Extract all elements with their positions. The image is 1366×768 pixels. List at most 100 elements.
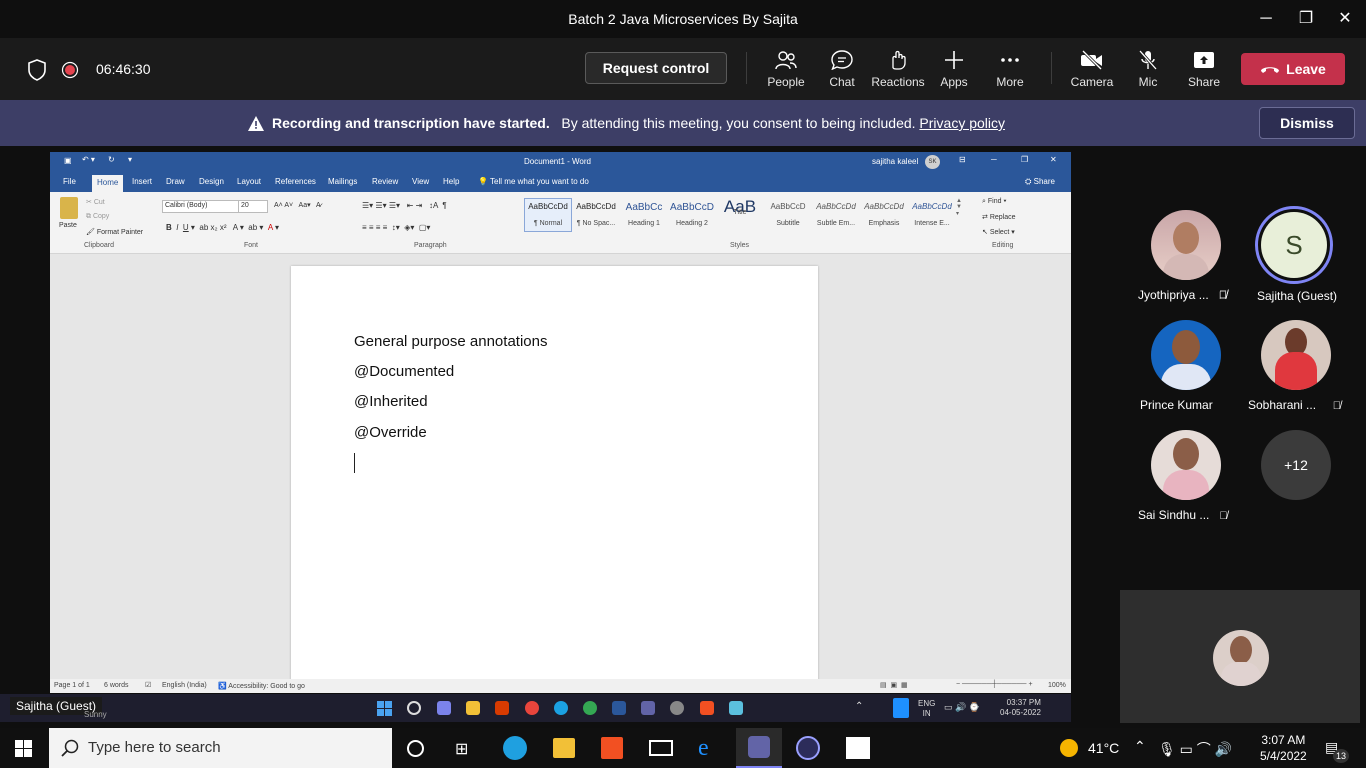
- style-item[interactable]: AaBbCcD Subtitle: [765, 202, 811, 227]
- chat-button[interactable]: Chat: [814, 50, 870, 89]
- app-icon[interactable]: [700, 701, 714, 715]
- file-explorer-icon[interactable]: [553, 738, 575, 758]
- notepad-icon[interactable]: [729, 701, 743, 715]
- copy-button[interactable]: ⧉ Copy: [86, 213, 109, 221]
- font-name-box[interactable]: Calibri (Body): [162, 200, 240, 213]
- replace-button[interactable]: ⇄ Replace: [982, 213, 1016, 221]
- share-button[interactable]: Share: [1176, 50, 1232, 89]
- tray-status-icons[interactable]: 🎙 ▭ ⌒ 🔊: [1158, 739, 1232, 759]
- camera-button[interactable]: Camera: [1064, 50, 1120, 89]
- self-video-tile[interactable]: [1120, 590, 1360, 723]
- document-page[interactable]: General purpose annotations @Documented …: [291, 266, 818, 693]
- dismiss-button[interactable]: Dismiss: [1259, 107, 1355, 139]
- word-restore-button[interactable]: ❐: [1021, 155, 1028, 164]
- style-item[interactable]: AaBbCcDd Emphasis: [861, 202, 907, 227]
- tab-references[interactable]: References: [275, 177, 316, 186]
- align-icons[interactable]: ≡ ≡ ≡ ≡ ↕▾ ◈▾ ▢▾: [362, 223, 430, 232]
- apps-button[interactable]: Apps: [926, 50, 982, 89]
- chat-app-icon[interactable]: [437, 701, 451, 715]
- tab-review[interactable]: Review: [372, 177, 398, 186]
- minimize-button[interactable]: ─: [1254, 8, 1278, 30]
- style-item[interactable]: AaBbCcDd Subtle Em...: [813, 202, 859, 227]
- teams-taskbar-button[interactable]: [736, 728, 782, 768]
- tray-chevron-icon[interactable]: ⌃: [855, 701, 863, 712]
- participant-tile[interactable]: S Sajitha (Guest): [1255, 206, 1337, 303]
- windows-start-icon[interactable]: [377, 701, 392, 716]
- leave-button[interactable]: Leave: [1241, 53, 1345, 85]
- tab-mailings[interactable]: Mailings: [328, 177, 357, 186]
- participant-tile[interactable]: Sai Sindhu ... 🎙̸: [1138, 430, 1228, 522]
- people-button[interactable]: People: [758, 50, 814, 89]
- tab-draw[interactable]: Draw: [166, 177, 185, 186]
- proofing-icon[interactable]: ☑: [145, 681, 151, 689]
- select-button[interactable]: ↖ Select ▾: [982, 228, 1015, 236]
- styles-scroll-icon[interactable]: ▲ ▼ ▾: [956, 198, 962, 217]
- temperature[interactable]: 41°C: [1088, 740, 1119, 756]
- tray-chevron-icon[interactable]: ⌃: [1134, 738, 1146, 755]
- search-icon[interactable]: [407, 701, 421, 715]
- tray-language[interactable]: ENG IN: [918, 699, 935, 719]
- participant-tile[interactable]: Prince Kumar: [1140, 320, 1221, 412]
- cut-button[interactable]: ✂ Cut: [86, 198, 105, 206]
- weather-icon[interactable]: [1060, 739, 1078, 757]
- tray-icons[interactable]: ▭ 🔊 ⌚: [944, 702, 980, 713]
- grow-font-icon[interactable]: A˄ A˅ Aa▾ A̷: [274, 201, 321, 209]
- task-view-icon[interactable]: ⊞: [455, 739, 468, 759]
- participant-tile[interactable]: Sobharani ... 🎙̸: [1248, 320, 1341, 412]
- tab-file[interactable]: File: [63, 177, 76, 186]
- ribbon-display-icon[interactable]: ⊟: [959, 155, 966, 164]
- photos-icon[interactable]: [846, 737, 870, 759]
- taskbar-search-box[interactable]: Type here to search: [49, 728, 392, 768]
- file-explorer-icon[interactable]: [466, 701, 480, 715]
- more-button[interactable]: More: [982, 50, 1038, 89]
- cortana-icon[interactable]: [407, 740, 424, 757]
- redo-icon[interactable]: ↻: [108, 155, 115, 164]
- maximize-button[interactable]: ❐: [1294, 8, 1318, 30]
- tell-me-box[interactable]: 💡 Tell me what you want to do: [478, 177, 589, 186]
- paste-label[interactable]: Paste: [59, 222, 77, 229]
- undo-icon[interactable]: ↶ ▾: [82, 155, 95, 164]
- tray-mic-icon[interactable]: [893, 698, 909, 718]
- format-painter-button[interactable]: 🖌 Format Painter: [86, 228, 143, 236]
- tray-clock[interactable]: 03:37 PM 04-05-2022: [1000, 698, 1041, 718]
- style-item[interactable]: AaB Title: [717, 197, 763, 216]
- eclipse-icon[interactable]: [796, 736, 820, 760]
- list-icons[interactable]: ☰▾ ☰▾ ☰▾ ⇤ ⇥ ↕A ¶: [362, 201, 447, 210]
- reactions-button[interactable]: Reactions: [870, 50, 926, 89]
- more-participants-button[interactable]: +12: [1261, 430, 1331, 500]
- style-item[interactable]: AaBbCcD Heading 2: [669, 202, 715, 227]
- word-minimize-button[interactable]: ─: [991, 155, 997, 164]
- style-item[interactable]: AaBbCcDd ¶ Normal: [525, 202, 571, 227]
- word-close-button[interactable]: ✕: [1050, 155, 1057, 164]
- style-item[interactable]: AaBbCcDd ¶ No Spac...: [573, 202, 619, 227]
- chrome-icon[interactable]: [525, 701, 539, 715]
- settings-icon[interactable]: [670, 701, 684, 715]
- font-size-box[interactable]: 20: [238, 200, 268, 213]
- word-app-icon[interactable]: [612, 701, 626, 715]
- shield-icon[interactable]: [27, 59, 47, 81]
- save-icon[interactable]: ▣: [64, 156, 72, 165]
- zoom-slider[interactable]: − ──────┼────── +: [956, 681, 1033, 688]
- font-format-icons[interactable]: B I U ▾ ab x₂ x² A ▾ ab ▾ A ▾: [166, 223, 279, 232]
- store-icon[interactable]: [601, 737, 623, 759]
- windows-start-icon[interactable]: [15, 740, 32, 757]
- mic-button[interactable]: Mic: [1120, 50, 1176, 89]
- privacy-policy-link[interactable]: Privacy policy: [919, 115, 1005, 131]
- style-item[interactable]: AaBbCcDd Intense E...: [909, 202, 955, 227]
- tab-design[interactable]: Design: [199, 177, 224, 186]
- find-button[interactable]: ⌕ Find ▾: [982, 198, 1006, 206]
- customize-icon[interactable]: ▾: [128, 155, 132, 164]
- tab-layout[interactable]: Layout: [237, 177, 261, 186]
- tab-help[interactable]: Help: [443, 177, 459, 186]
- tab-view[interactable]: View: [412, 177, 429, 186]
- mail-icon[interactable]: [649, 740, 673, 756]
- word-share-button[interactable]: ⛭ Share: [1025, 177, 1055, 187]
- chrome-alt-icon[interactable]: [583, 701, 597, 715]
- taskbar-clock[interactable]: 3:07 AM 5/4/2022: [1260, 732, 1307, 764]
- edge-icon[interactable]: [554, 701, 568, 715]
- participant-tile[interactable]: Jyothipriya ... 🎙̸: [1138, 210, 1227, 302]
- edge-icon[interactable]: [503, 736, 527, 760]
- teams-icon[interactable]: [641, 701, 655, 715]
- style-item[interactable]: AaBbCc Heading 1: [621, 202, 667, 227]
- word-user-avatar[interactable]: SK: [925, 155, 940, 169]
